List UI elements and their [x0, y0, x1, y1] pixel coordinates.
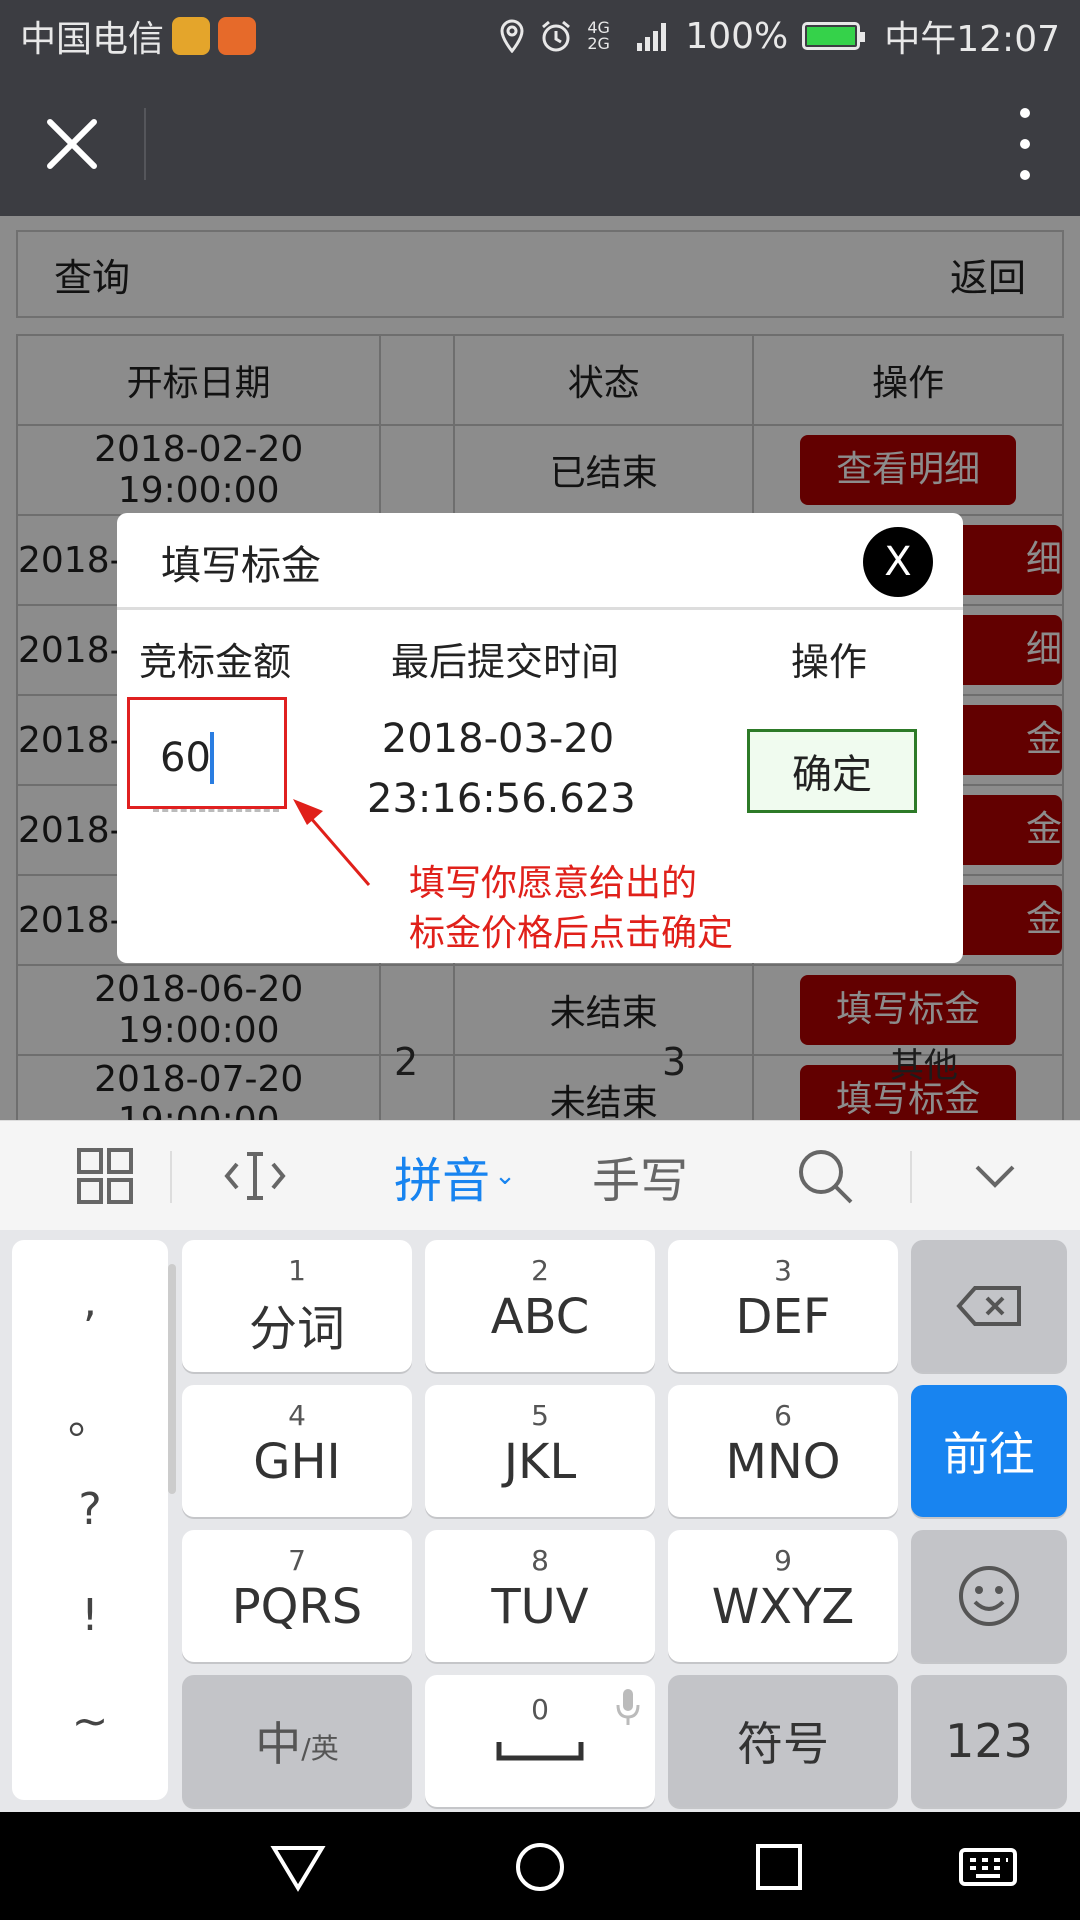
- battery-percent: 100%: [685, 15, 789, 57]
- app-notification-icon-2: [218, 17, 257, 55]
- key-1[interactable]: 1 分词: [182, 1240, 412, 1372]
- carrier-name: 中国电信: [20, 19, 165, 60]
- backspace-key[interactable]: [911, 1240, 1067, 1372]
- space-key[interactable]: 0: [425, 1675, 655, 1807]
- key-9[interactable]: 9 WXYZ: [668, 1530, 898, 1662]
- go-key[interactable]: 前往: [911, 1385, 1067, 1517]
- fill-bid-dialog: 填写标金 X 竞标金额 最后提交时间 操作 2018-03-20 23:16:5…: [117, 513, 963, 963]
- punctuation-column: , 。 ? ! ~: [12, 1240, 176, 1800]
- number-key[interactable]: 123: [911, 1675, 1067, 1807]
- keyboard-switch-icon[interactable]: [958, 1842, 1018, 1892]
- close-icon[interactable]: [40, 112, 104, 176]
- punct-tilde-key[interactable]: ~: [12, 1696, 168, 1747]
- system-nav-bar: [0, 1812, 1080, 1920]
- alarm-icon: [542, 20, 571, 52]
- search-icon[interactable]: [770, 1121, 880, 1231]
- instruction-hint: 填写你愿意给出的 标金价格后点击确定: [409, 863, 734, 954]
- punct-scrollbar[interactable]: [168, 1264, 176, 1494]
- nav-divider: [144, 108, 146, 180]
- backspace-icon: [956, 1286, 1021, 1326]
- punct-comma-key[interactable]: ,: [12, 1276, 168, 1327]
- key-7[interactable]: 7 PQRS: [182, 1530, 412, 1662]
- hide-keyboard-icon[interactable]: [940, 1121, 1050, 1231]
- home-circle-icon[interactable]: [512, 1842, 568, 1892]
- key-4[interactable]: 4 GHI: [182, 1385, 412, 1517]
- chevron-down-icon: ⌄: [494, 1161, 516, 1191]
- lang-switch-key[interactable]: 中/英: [182, 1675, 412, 1807]
- punct-question-key[interactable]: ?: [12, 1484, 168, 1535]
- keyboard-toolbar: 拼音 ⌄ 手写: [0, 1120, 1080, 1230]
- key-5[interactable]: 5 JKL: [425, 1385, 655, 1517]
- punct-exclaim-key[interactable]: !: [12, 1590, 168, 1641]
- pinyin-mode-tab[interactable]: 拼音 ⌄: [380, 1121, 530, 1231]
- microphone-icon: [616, 1689, 640, 1725]
- handwrite-mode-tab[interactable]: 手写: [580, 1121, 700, 1231]
- space-bar-icon: [496, 1742, 584, 1761]
- symbol-key[interactable]: 符号: [668, 1675, 898, 1807]
- status-bar: 中国电信 4G 2G 100% 中午12:07: [0, 0, 1080, 72]
- key-6[interactable]: 6 MNO: [668, 1385, 898, 1517]
- key-2[interactable]: 2 ABC: [425, 1240, 655, 1372]
- emoji-key[interactable]: [911, 1530, 1067, 1662]
- network-type: 4G 2G: [587, 18, 610, 53]
- smiley-icon: [959, 1566, 1019, 1626]
- cursor-move-icon[interactable]: [200, 1121, 310, 1231]
- webview-nav-bar: [0, 72, 1080, 216]
- back-triangle-icon[interactable]: [270, 1842, 326, 1892]
- signal-icon: [637, 23, 667, 51]
- key-8[interactable]: 8 TUV: [425, 1530, 655, 1662]
- recents-square-icon[interactable]: [754, 1842, 804, 1892]
- clock: 中午12:07: [884, 19, 1060, 60]
- pinyin-keyboard: , 。 ? ! ~ 1 分词 2 ABC 3 DEF 4 GHI 5 JKL 6 MNO 前…: [0, 1230, 1080, 1812]
- punct-period-key[interactable]: 。: [12, 1382, 168, 1446]
- more-menu-icon[interactable]: [1010, 108, 1040, 180]
- key-3[interactable]: 3 DEF: [668, 1240, 898, 1372]
- app-notification-icon: [172, 17, 211, 55]
- location-icon: [500, 19, 524, 53]
- grid-menu-icon[interactable]: [50, 1121, 160, 1231]
- battery-icon: [802, 22, 866, 50]
